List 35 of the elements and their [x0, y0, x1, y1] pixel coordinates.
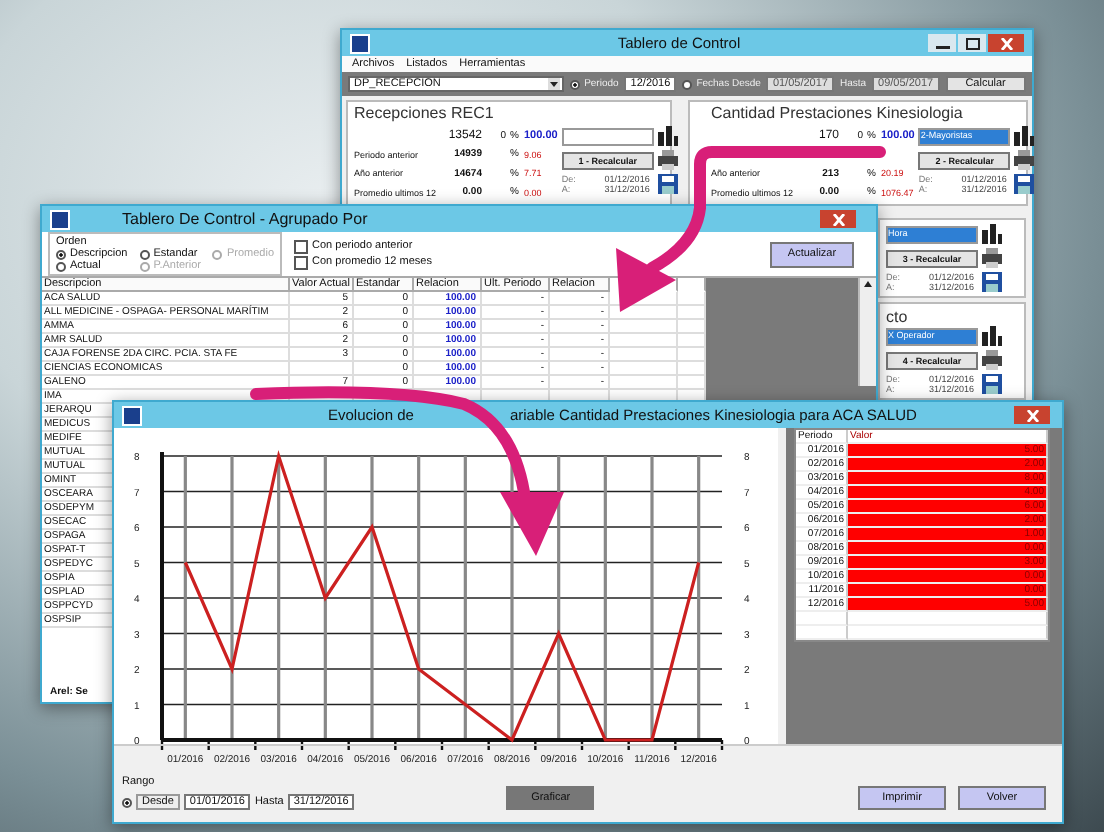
- radio-button[interactable]: [682, 79, 693, 89]
- printer-icon[interactable]: [982, 350, 1002, 370]
- radio-button[interactable]: [570, 79, 581, 89]
- maximize-icon: [965, 37, 979, 49]
- table-cell: [290, 362, 354, 376]
- bar-chart-icon[interactable]: [982, 224, 1002, 244]
- panel-title: Cantidad Prestaciones Kinesiologia: [711, 104, 965, 122]
- bar-chart-icon[interactable]: [657, 126, 678, 146]
- close-button[interactable]: [1014, 406, 1050, 424]
- checkbox[interactable]: [294, 239, 309, 253]
- radio-button[interactable]: [56, 249, 66, 259]
- bar-chart-icon[interactable]: [982, 326, 1002, 346]
- filter-field[interactable]: [561, 127, 654, 145]
- bar-chart-icon[interactable]: [1014, 126, 1035, 146]
- radio-button[interactable]: [56, 261, 66, 271]
- panel-title: cto: [886, 308, 910, 326]
- checkbox[interactable]: [294, 255, 309, 269]
- close-button[interactable]: [820, 210, 856, 228]
- scrollbar[interactable]: [858, 278, 876, 386]
- radio-button[interactable]: [139, 249, 150, 259]
- close-icon: [1025, 409, 1039, 421]
- scroll-up-icon[interactable]: [862, 278, 874, 290]
- close-button[interactable]: [988, 34, 1024, 52]
- window-title: Tablero De Control - Agrupado Por: [122, 210, 368, 228]
- panel-title: Recepciones REC1: [354, 104, 496, 122]
- close-icon: [831, 213, 845, 225]
- close-icon: [999, 37, 1013, 49]
- minimize-button[interactable]: [928, 34, 956, 52]
- printer-icon[interactable]: [1014, 150, 1035, 170]
- printer-icon[interactable]: [982, 248, 1002, 268]
- maximize-button[interactable]: [958, 34, 986, 52]
- app-icon: [50, 209, 70, 229]
- caret-icon: [548, 78, 561, 90]
- radio-button[interactable]: [122, 797, 132, 807]
- printer-icon[interactable]: [657, 150, 678, 170]
